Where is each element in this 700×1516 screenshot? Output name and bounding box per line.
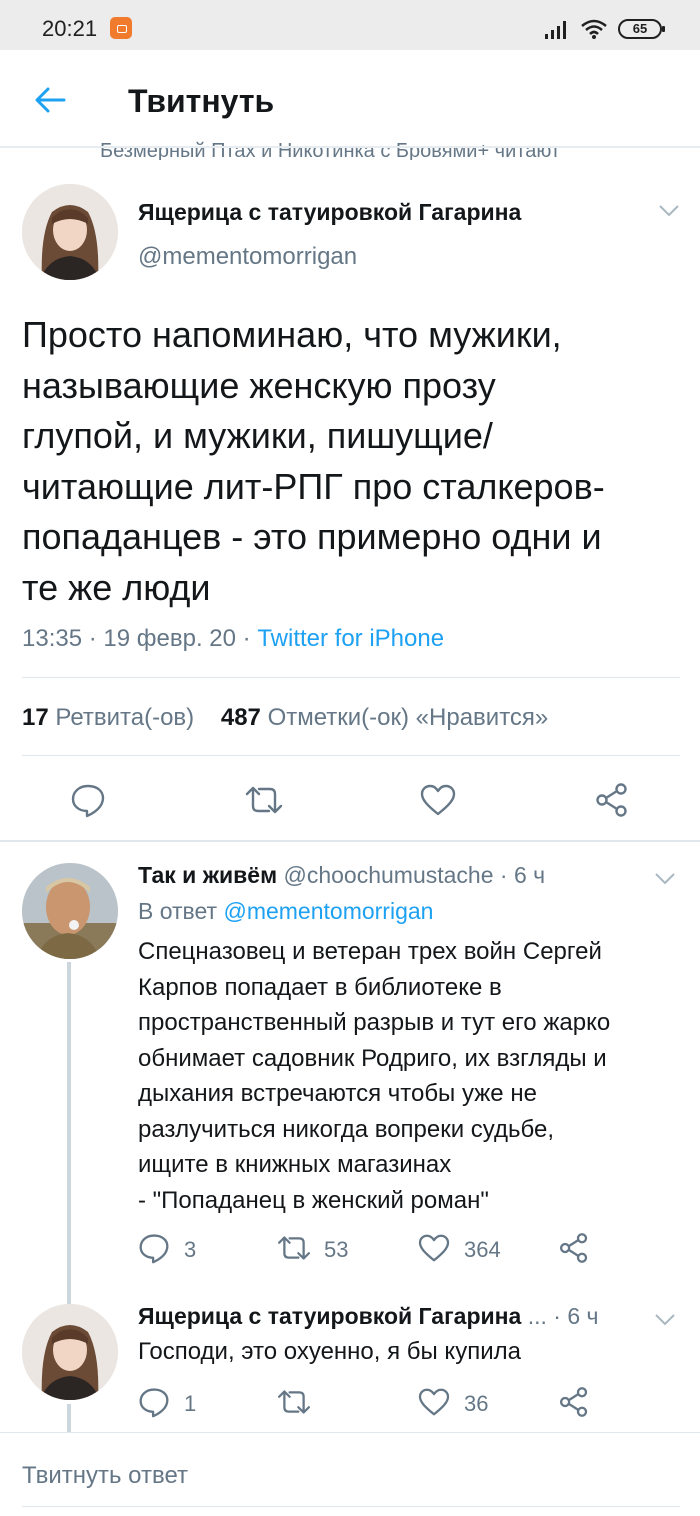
retweet-count[interactable]: 17 bbox=[22, 704, 49, 731]
reply-text: Спецназовец и ветеран трех войн Сергей К… bbox=[138, 938, 611, 1214]
reply-author-name[interactable]: Так и живём bbox=[138, 862, 277, 888]
retweet-icon[interactable] bbox=[244, 784, 284, 816]
tweet-meta: 13:35 · 19 февр. 20 · Twitter for iPhone bbox=[22, 625, 444, 653]
retweet-icon[interactable] bbox=[276, 1388, 312, 1416]
compose-underline bbox=[22, 1506, 680, 1507]
reply-to-label: В ответ bbox=[138, 898, 224, 924]
share-icon[interactable] bbox=[594, 782, 630, 818]
reply-to: В ответ @mementomorrigan bbox=[138, 898, 433, 925]
tweet-timestamp: 13:35 · 19 февр. 20 · bbox=[22, 625, 258, 652]
signal-icon bbox=[545, 21, 566, 39]
like-count[interactable]: 487 bbox=[221, 704, 261, 731]
reply-text: Господи, это охуенно, я бы купила bbox=[138, 1338, 521, 1365]
reply-author-handle[interactable]: @choochumustache bbox=[283, 862, 493, 888]
status-bar: 20:21 65 bbox=[0, 0, 700, 50]
compose-divider bbox=[0, 1432, 700, 1433]
reply-time: · 6 ч bbox=[553, 1303, 599, 1329]
reply-header: Так и живём @choochumustache · 6 ч bbox=[138, 862, 545, 889]
tweet-source-link[interactable]: Twitter for iPhone bbox=[257, 625, 444, 652]
tweet-text: Просто напоминаю, что мужики, называющие… bbox=[22, 314, 605, 608]
tweet-stats: 17 Ретвита(-ов) 487 Отметки(-ок) «Нравит… bbox=[22, 704, 548, 732]
share-icon[interactable] bbox=[558, 1386, 590, 1418]
author-name[interactable]: Ящерица с татуировкой Гагарина bbox=[138, 199, 521, 226]
status-time: 20:21 bbox=[42, 16, 98, 41]
avatar[interactable] bbox=[22, 863, 118, 959]
reply-time: · 6 ч bbox=[499, 862, 546, 888]
author-handle[interactable]: @mementomorrigan bbox=[138, 243, 357, 271]
avatar-image bbox=[22, 1304, 118, 1400]
retweet-label[interactable]: Ретвита(-ов) bbox=[55, 704, 194, 731]
avatar-image bbox=[22, 863, 118, 959]
reply-icon[interactable] bbox=[138, 1232, 170, 1264]
chevron-down-icon[interactable] bbox=[654, 872, 676, 886]
social-context-label: Безмерный Птах и Никотинка с Бровями+ чи… bbox=[100, 140, 561, 160]
like-label[interactable]: Отметки(-ок) «Нравится» bbox=[268, 704, 549, 731]
thread-line bbox=[67, 962, 71, 1304]
divider bbox=[22, 755, 680, 756]
like-count: 36 bbox=[464, 1391, 489, 1416]
back-arrow-icon[interactable] bbox=[30, 80, 70, 120]
like-count: 364 bbox=[464, 1237, 501, 1262]
reply-to-handle[interactable]: @mementomorrigan bbox=[223, 898, 433, 924]
top-app-bar: Твитнуть bbox=[0, 50, 700, 148]
reply-count: 3 bbox=[184, 1237, 197, 1262]
section-divider bbox=[0, 840, 700, 842]
retweet-icon[interactable] bbox=[276, 1234, 312, 1262]
thread-line bbox=[67, 1404, 71, 1432]
wifi-icon bbox=[581, 19, 607, 39]
reply-compose-input[interactable]: Твитнуть ответ bbox=[22, 1462, 188, 1490]
divider bbox=[22, 677, 680, 678]
like-heart-icon[interactable] bbox=[420, 784, 456, 816]
avatar[interactable] bbox=[22, 1304, 118, 1400]
header-divider bbox=[0, 146, 700, 148]
avatar[interactable] bbox=[22, 184, 118, 280]
chevron-down-icon[interactable] bbox=[658, 204, 680, 218]
like-heart-icon[interactable] bbox=[418, 1234, 450, 1262]
reply-header: Ящерица с татуировкой Гагарина ... · 6 ч bbox=[138, 1303, 599, 1330]
reply-count: 1 bbox=[184, 1391, 197, 1416]
reply-icon[interactable] bbox=[138, 1386, 170, 1418]
social-context: Безмерный Птах и Никотинка с Бровями+ чи… bbox=[100, 138, 560, 160]
chevron-down-icon[interactable] bbox=[654, 1313, 676, 1327]
app-notification-icon bbox=[110, 17, 132, 39]
avatar-image bbox=[22, 184, 118, 280]
retweet-count: 53 bbox=[324, 1237, 349, 1262]
share-icon[interactable] bbox=[558, 1232, 590, 1264]
reply-author-handle[interactable]: ... bbox=[528, 1303, 547, 1329]
reply-icon[interactable] bbox=[70, 782, 106, 818]
page-title: Твитнуть bbox=[128, 83, 275, 119]
reply-author-name[interactable]: Ящерица с татуировкой Гагарина bbox=[138, 1303, 521, 1329]
battery-icon: 65 bbox=[618, 19, 665, 39]
like-heart-icon[interactable] bbox=[418, 1388, 450, 1416]
